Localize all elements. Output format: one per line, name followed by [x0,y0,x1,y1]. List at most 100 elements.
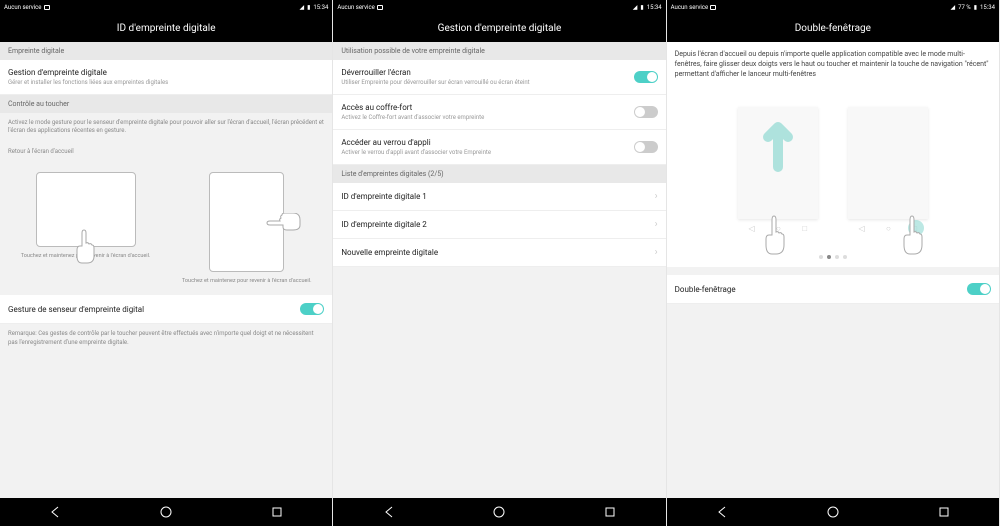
toggle-label: Double-fenêtrage [675,285,736,294]
item-safe-access[interactable]: Accès au coffre-fort Activez le Coffre-f… [333,95,665,130]
fp-label: ID d'empreinte digitale 2 [341,220,426,229]
navigation-bar [333,498,665,526]
dual-window-toggle[interactable] [967,283,991,295]
item-subtitle: Activer le verrou d'appli avant d'associ… [341,149,633,156]
toggle-label: Gesture de senseur d'empreinte digital [8,305,144,314]
time-text: 15:34 [313,4,328,11]
item-unlock-screen[interactable]: Déverrouiller l'écran Utiliser Empreinte… [333,60,665,95]
tablet-icon [36,172,136,247]
fp-label: ID d'empreinte digitale 1 [341,192,426,201]
hand-icon [72,228,102,268]
screen-fingerprint-management: Aucun service ◢▮ 15:34 Gestion d'empreint… [333,0,666,526]
chevron-right-icon: › [655,191,658,202]
navigation-bar [0,498,332,526]
recent-button[interactable] [934,502,954,522]
content-area: Empreinte digitale Gestion d'empreinte d… [0,42,332,498]
page-title: Double-fenêtrage [667,14,999,42]
section-fp-list: Liste d'empreintes digitales (2/5) [333,165,665,183]
back-icon: ◁ [859,224,865,233]
section-usage: Utilisation possible de votre empreinte … [333,42,665,60]
recent-button[interactable] [600,502,620,522]
applock-toggle[interactable] [634,141,658,153]
battery-icon: ▮ [640,4,643,11]
remark-note: Remarque: Ces gestes de contrôle par le … [0,324,332,353]
back-button[interactable] [45,502,65,522]
sim-icon [377,5,383,10]
item-title: Gestion d'empreinte digitale [8,68,324,77]
item-title: Déverrouiller l'écran [341,68,633,77]
navigation-bar [667,498,999,526]
back-button[interactable] [379,502,399,522]
description: Depuis l'écran d'accueil ou depuis n'imp… [667,42,999,87]
dot [843,255,847,259]
phone-swipe-up: ◁○□ [738,107,818,237]
hand-press-icon [898,212,933,262]
item-gesture-toggle[interactable]: Gesture de senseur d'empreinte digital [0,295,332,324]
item-subtitle: Utiliser Empreinte pour déverrouiller su… [341,79,633,86]
item-title: Accès au coffre-fort [341,103,633,112]
home-button[interactable] [156,502,176,522]
recent-icon: □ [802,224,807,233]
status-bar: Aucun service ◢▮ 15:34 [333,0,665,14]
item-subtitle: Activez le Coffre-fort avant d'associer … [341,114,633,121]
item-fingerprint-2[interactable]: ID d'empreinte digitale 2 › [333,211,665,239]
section-touch-control: Contrôle au toucher [0,95,332,113]
item-new-fingerprint[interactable]: Nouvelle empreinte digitale › [333,239,665,267]
item-dual-window-toggle[interactable]: Double-fenêtrage [667,275,999,304]
back-button[interactable] [712,502,732,522]
item-manage-fingerprint[interactable]: Gestion d'empreinte digitale Gérer et in… [0,60,332,95]
chevron-right-icon: › [655,247,658,258]
illustration-portrait: Touchez et maintenez pour revenir à l'éc… [169,172,324,285]
time-text: 15:34 [980,4,995,11]
hand-icon [265,213,305,243]
gesture-note: Activez le mode gesture pour le senseur … [0,113,332,142]
content-area: Utilisation possible de votre empreinte … [333,42,665,498]
dot [819,255,823,259]
home-button[interactable] [489,502,509,522]
item-title: Accéder au verrou d'appli [341,138,633,147]
signal-icon: ◢ [299,4,304,11]
dual-window-illustration: ◁○□ ◁○□ [667,87,999,247]
item-fingerprint-1[interactable]: ID d'empreinte digitale 1 › [333,183,665,211]
carrier-text: Aucun service [671,4,709,11]
illustration-row: Touchez et maintenez pour revenir à l'éc… [0,162,332,295]
page-title: Gestion d'empreinte digitale [333,14,665,42]
home-button[interactable] [823,502,843,522]
unlock-toggle[interactable] [634,71,658,83]
status-bar: Aucun service ◢▮15:34 [0,0,332,14]
hand-swipe-icon [760,212,795,262]
screen-dual-window: Aucun service ◢77 %▮15:34 Double-fenêtra… [667,0,1000,526]
illustration-landscape: Touchez et maintenez pour revenir à l'éc… [8,172,163,285]
carrier-text: Aucun service [337,4,375,11]
phone-long-press: ◁○□ [848,107,928,237]
section-fingerprint: Empreinte digitale [0,42,332,60]
battery-icon: ▮ [974,4,977,11]
arrow-up-icon [738,107,818,197]
home-icon: ○ [886,224,891,233]
gesture-toggle[interactable] [300,303,324,315]
sim-icon [710,5,716,10]
new-fp-label: Nouvelle empreinte digitale [341,248,438,257]
recent-button[interactable] [267,502,287,522]
caption: Touchez et maintenez pour revenir à l'éc… [182,278,312,285]
time-text: 15:34 [647,4,662,11]
back-icon: ◁ [749,224,755,233]
dot-active [827,255,831,259]
chevron-right-icon: › [655,219,658,230]
signal-icon: ◢ [950,4,955,11]
sim-icon [44,5,50,10]
tablet-icon [209,172,284,272]
item-subtitle: Gérer et installer les fonctions liées a… [8,79,324,86]
signal-icon: ◢ [633,4,638,11]
status-bar: Aucun service ◢77 %▮15:34 [667,0,999,14]
screen-fingerprint-id: Aucun service ◢▮15:34 ID d'empreinte dig… [0,0,333,526]
page-indicator [667,247,999,267]
battery-text: 77 % [958,4,971,11]
dot [835,255,839,259]
safe-toggle[interactable] [634,106,658,118]
content-area: Depuis l'écran d'accueil ou depuis n'imp… [667,42,999,498]
return-home-note: Retour à l'écran d'accueil [0,142,332,162]
carrier-text: Aucun service [4,4,42,11]
item-app-lock[interactable]: Accéder au verrou d'appli Activer le ver… [333,130,665,165]
page-title: ID d'empreinte digitale [0,14,332,42]
